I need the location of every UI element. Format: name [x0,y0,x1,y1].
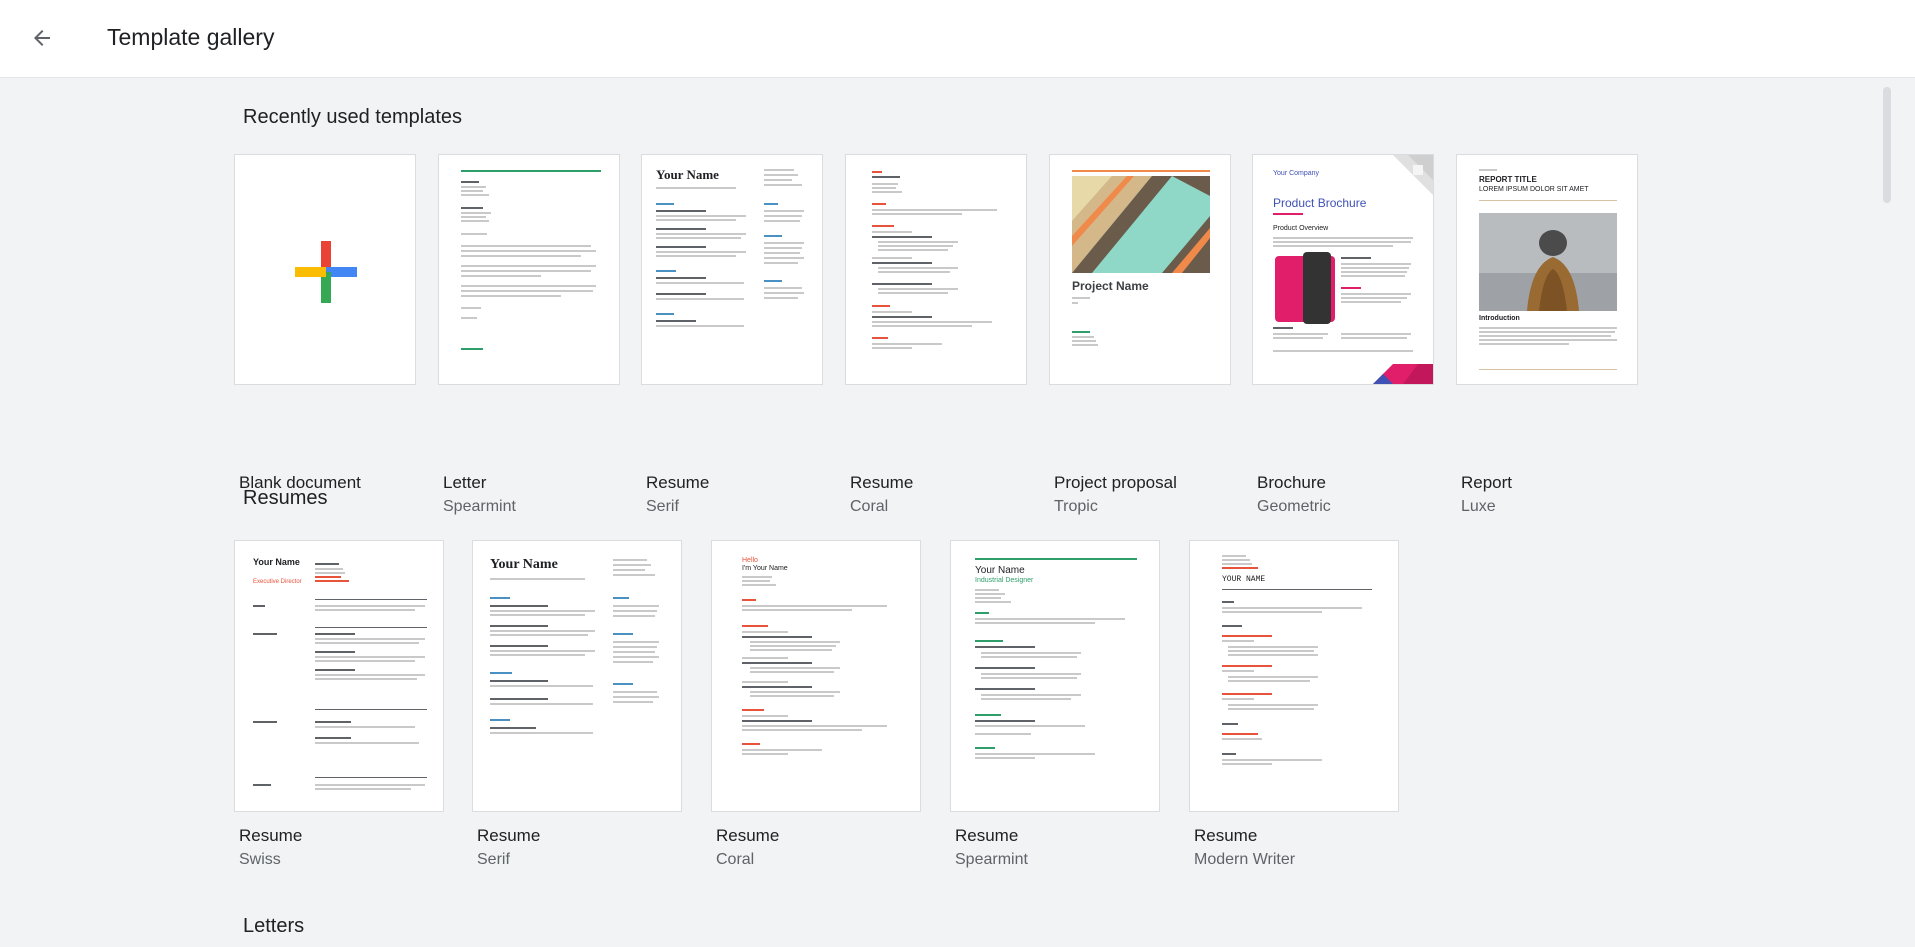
arrow-left-icon [34,30,50,46]
template-name: Resume [239,826,303,845]
template-thumbnail[interactable]: Your Name Industrial Designer [950,540,1160,812]
tropic-art-image [1072,176,1210,273]
section-title-letters: Letters [243,915,305,937]
thumb-role: Executive Director [253,579,302,585]
thumb-heading: REPORT TITLE [1479,175,1537,184]
template-thumbnail[interactable] [438,154,620,385]
thumb-heading: YOUR NAME [1222,575,1266,584]
template-name: Letter [443,473,487,492]
back-button[interactable] [22,18,62,58]
thumb-heading: Your Name [975,565,1025,576]
thumb-subheading: LOREM IPSUM DOLOR SIT AMET [1479,186,1589,193]
thumb-subheading: Introduction [1479,315,1520,322]
template-style: Luxe [1461,498,1496,515]
geometric-bottom-decoration [1373,364,1433,384]
template-name: Report [1461,473,1513,492]
phone-image [1275,252,1335,324]
template-name: Resume [1194,826,1258,845]
template-thumbnail[interactable]: Your Name Executive Director [234,540,444,812]
template-thumbnail[interactable]: REPORT TITLE LOREM IPSUM DOLOR SIT AMET … [1456,154,1638,385]
template-name: Brochure [1257,473,1326,492]
template-name: Resume [646,473,710,492]
template-thumbnail[interactable]: Hello I'm Your Name [711,540,921,812]
template-thumbnail[interactable] [845,154,1027,385]
template-style: Serif [477,851,510,868]
thumb-heading: I'm Your Name [742,565,788,572]
template-style: Geometric [1257,498,1331,515]
template-thumbnail[interactable] [234,154,416,385]
template-name: Resume [477,826,541,845]
template-style: Coral [850,498,889,515]
template-card-letter-spearmint[interactable]: Letter Spearmint [438,154,620,515]
template-card-project-proposal-tropic[interactable]: Project Name Project proposal Tropic [1049,154,1231,515]
geometric-corner-decoration [1393,155,1433,195]
template-card-resume-coral[interactable]: Resume Coral [845,154,1027,515]
template-thumbnail[interactable]: Your Name [641,154,823,385]
template-name: Project proposal [1054,473,1177,492]
template-thumbnail[interactable]: Your Name [472,540,682,812]
page-title: Template gallery [107,24,275,50]
template-thumbnail[interactable]: Your Company Product Brochure Product Ov… [1252,154,1434,385]
thumb-subheading: Product Overview [1273,225,1329,232]
template-card-report-luxe[interactable]: REPORT TITLE LOREM IPSUM DOLOR SIT AMET … [1456,154,1638,515]
template-name: Resume [955,826,1019,845]
thumb-greeting: Hello [742,557,758,564]
template-card-blank-document[interactable]: Blank document [234,154,416,492]
template-thumbnail[interactable]: YOUR NAME [1189,540,1399,812]
gallery-content: Recently used templates Blank document L… [0,79,1915,947]
scrollbar-thumb[interactable] [1883,87,1891,203]
thumb-heading: Your Name [656,167,719,182]
thumb-heading: Your Name [253,557,300,567]
thumb-heading: Product Brochure [1273,196,1367,210]
template-thumbnail[interactable]: Project Name [1049,154,1231,385]
template-style: Serif [646,498,679,515]
template-name: Resume [850,473,914,492]
template-style: Coral [716,851,755,868]
report-photo-image [1479,213,1617,311]
plus-icon [295,241,357,303]
template-card-resume-serif[interactable]: Your Name Resume Serif [641,154,823,515]
app-header: Template gallery [0,0,1915,78]
template-style: Modern Writer [1194,851,1296,868]
thumb-company: Your Company [1273,170,1320,177]
section-title-resumes: Resumes [243,487,328,509]
template-style: Spearmint [443,498,516,515]
thumb-heading: Your Name [490,557,558,572]
template-name: Resume [716,826,780,845]
thumb-heading: Project Name [1072,279,1149,293]
template-style: Tropic [1054,498,1098,515]
template-card-brochure-geometric[interactable]: Your Company Product Brochure Product Ov… [1252,154,1434,515]
section-title-recent: Recently used templates [243,106,463,128]
thumb-role: Industrial Designer [975,577,1034,584]
template-style: Spearmint [955,851,1028,868]
template-style: Swiss [239,851,281,868]
